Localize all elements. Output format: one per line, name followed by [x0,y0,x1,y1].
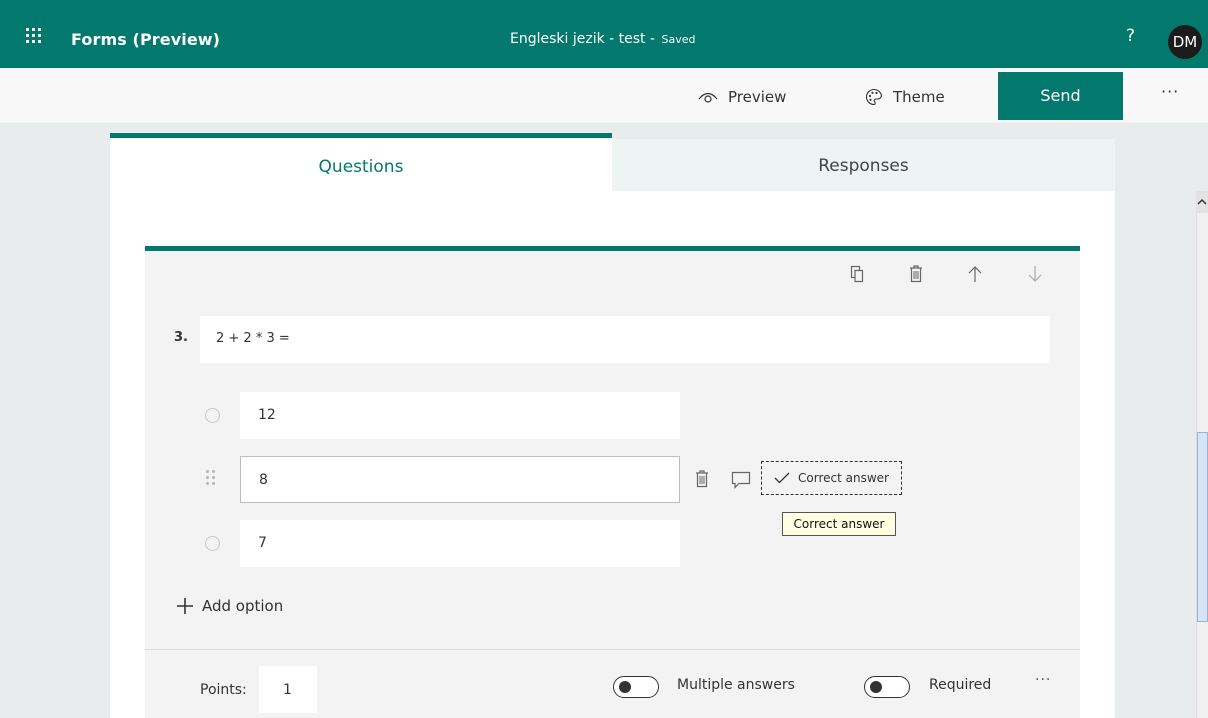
drag-handle-icon[interactable] [206,470,216,488]
question-number: 3. [174,330,188,345]
scroll-up-button[interactable] [1196,191,1208,213]
add-option-button[interactable]: Add option [176,597,283,615]
required-toggle[interactable] [864,676,910,698]
add-option-label: Add option [202,597,284,615]
required-label: Required [929,677,992,693]
scrollbar-thumb[interactable] [1197,432,1208,622]
preview-label: Preview [728,88,787,106]
document-title[interactable]: Engleski jezik - test - Saved [510,31,695,47]
move-down-icon[interactable] [1028,265,1042,283]
check-icon [774,472,790,484]
copy-icon[interactable] [850,265,866,283]
command-bar: Preview Theme Send ··· [0,68,1208,124]
option-input[interactable]: 12 [240,392,680,439]
tab-responses[interactable]: Responses [612,139,1115,191]
help-button[interactable]: ? [1126,26,1135,46]
delete-option-icon[interactable] [695,470,709,488]
theme-label: Theme [893,88,945,106]
option-input-active[interactable]: 8 [240,456,680,503]
tooltip: Correct answer [782,512,896,536]
app-title[interactable]: Forms (Preview) [71,30,220,49]
delete-icon[interactable] [909,265,923,283]
correct-answer-button[interactable]: Correct answer [761,461,902,495]
question-more-button[interactable]: ··· [1035,672,1051,688]
save-status: Saved [661,33,696,46]
move-up-icon[interactable] [968,265,982,283]
plus-icon [177,598,193,614]
theme-button[interactable]: Theme [865,88,945,106]
option-input[interactable]: 7 [240,520,680,567]
more-options-button[interactable]: ··· [1161,82,1179,101]
divider [145,649,1080,650]
question-title-input[interactable]: 2 + 2 * 3 = [200,316,1050,363]
preview-button[interactable]: Preview [698,88,786,106]
top-bar: Forms (Preview) Engleski jezik - test - … [0,0,1208,68]
points-input[interactable]: 1 [259,666,317,713]
send-button[interactable]: Send [998,72,1123,120]
eye-icon [698,92,718,103]
option-radio[interactable] [205,408,220,423]
option-radio[interactable] [205,536,220,551]
correct-answer-label: Correct answer [798,471,889,485]
tab-questions[interactable]: Questions [110,133,612,191]
points-label: Points: [200,682,247,698]
chevron-up-icon [1197,198,1207,205]
app-launcher-icon[interactable] [26,28,42,44]
avatar[interactable]: DM [1168,25,1202,59]
palette-icon [866,88,883,106]
document-name: Engleski jezik - test [510,31,646,47]
comment-icon[interactable] [731,471,751,489]
title-separator: - [645,31,660,47]
multiple-answers-toggle[interactable] [613,676,659,698]
multiple-answers-label: Multiple answers [677,677,795,693]
